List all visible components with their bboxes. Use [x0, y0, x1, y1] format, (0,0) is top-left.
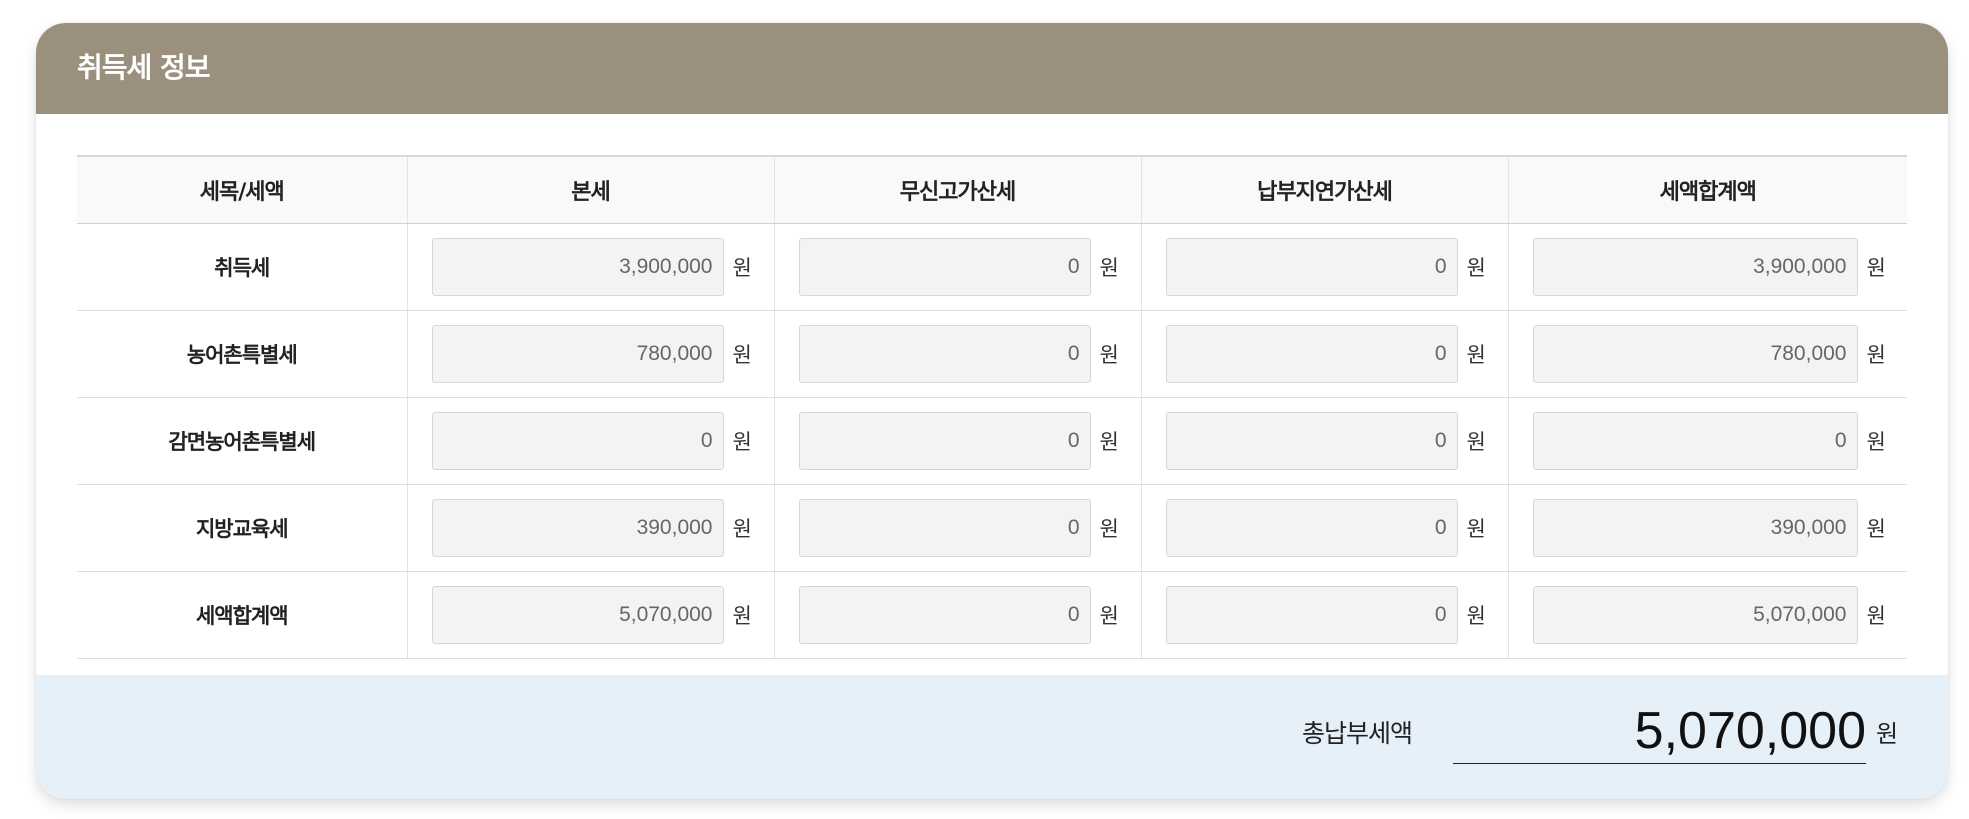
table-header-row: 세목/세액 본세 무신고가산세 납부지연가산세 세액합계액	[77, 155, 1907, 224]
late-payment-penalty-field[interactable]: 0	[1165, 238, 1458, 296]
table-row: 감면농어촌특별세 0원 0원 0원 0원	[77, 397, 1907, 485]
unit-label: 원	[1866, 604, 1886, 628]
total-payment-unit: 원	[1876, 720, 1899, 748]
non-filing-penalty-field[interactable]: 0	[798, 586, 1091, 644]
principal-tax-field[interactable]: 0	[431, 412, 724, 470]
total-payment-amount[interactable]: 5,070,000	[1453, 699, 1866, 764]
unit-label: 원	[732, 430, 752, 454]
table-row: 지방교육세 390,000 원 0원 0원 390,000 원	[77, 484, 1907, 572]
principal-tax-field[interactable]: 780,000	[431, 325, 724, 383]
row-label: 세액합계액	[77, 571, 407, 659]
unit-label: 원	[1866, 343, 1886, 367]
table-row: 취득세 3,900,000 원 0원 0원 3,900,000 원	[77, 223, 1907, 311]
non-filing-penalty-field[interactable]: 0	[798, 325, 1091, 383]
unit-label: 원	[1866, 430, 1886, 454]
unit-label: 원	[732, 256, 752, 280]
table-row: 농어촌특별세 780,000 원 0원 0원 780,000 원	[77, 310, 1907, 398]
acquisition-tax-card: 취득세 정보 세목/세액 본세 무신고가산세 납부지연가산세 세액합계액 취득세…	[36, 23, 1948, 799]
principal-tax-field[interactable]: 3,900,000	[431, 238, 724, 296]
table-row: 세액합계액 5,070,000 원 0원 0원 5,070,000 원	[77, 571, 1907, 659]
unit-label: 원	[1099, 604, 1119, 628]
card-title: 취득세 정보	[77, 51, 211, 84]
unit-label: 원	[1466, 430, 1486, 454]
late-payment-penalty-field[interactable]: 0	[1165, 499, 1458, 557]
tax-total-field[interactable]: 5,070,000	[1532, 586, 1858, 644]
unit-label: 원	[1099, 343, 1119, 367]
late-payment-penalty-field[interactable]: 0	[1165, 325, 1458, 383]
unit-label: 원	[1099, 430, 1119, 454]
unit-label: 원	[1466, 256, 1486, 280]
column-header-late-payment-penalty: 납부지연가산세	[1140, 155, 1508, 224]
unit-label: 원	[732, 604, 752, 628]
column-header-tax-item: 세목/세액	[77, 155, 407, 224]
unit-label: 원	[1866, 256, 1886, 280]
row-label: 지방교육세	[77, 484, 407, 572]
non-filing-penalty-field[interactable]: 0	[798, 412, 1091, 470]
unit-label: 원	[1866, 517, 1886, 541]
unit-label: 원	[1099, 517, 1119, 541]
column-header-non-filing-penalty: 무신고가산세	[773, 155, 1141, 224]
unit-label: 원	[732, 343, 752, 367]
late-payment-penalty-field[interactable]: 0	[1165, 586, 1458, 644]
late-payment-penalty-field[interactable]: 0	[1165, 412, 1458, 470]
tax-total-field[interactable]: 3,900,000	[1532, 238, 1858, 296]
column-header-principal-tax: 본세	[406, 155, 774, 224]
unit-label: 원	[1466, 517, 1486, 541]
unit-label: 원	[1466, 343, 1486, 367]
row-label: 취득세	[77, 223, 407, 311]
non-filing-penalty-field[interactable]: 0	[798, 238, 1091, 296]
column-header-tax-total: 세액합계액	[1507, 155, 1907, 224]
tax-table: 세목/세액 본세 무신고가산세 납부지연가산세 세액합계액 취득세 3,900,…	[77, 155, 1907, 659]
non-filing-penalty-field[interactable]: 0	[798, 499, 1091, 557]
total-payment-bar: 총납부세액 5,070,000 원	[36, 675, 1948, 799]
principal-tax-field[interactable]: 5,070,000	[431, 586, 724, 644]
tax-total-field[interactable]: 390,000	[1532, 499, 1858, 557]
unit-label: 원	[1466, 604, 1486, 628]
card-header: 취득세 정보	[36, 23, 1948, 114]
row-label: 감면농어촌특별세	[77, 397, 407, 485]
principal-tax-field[interactable]: 390,000	[431, 499, 724, 557]
row-label: 농어촌특별세	[77, 310, 407, 398]
tax-total-field[interactable]: 780,000	[1532, 325, 1858, 383]
unit-label: 원	[1099, 256, 1119, 280]
tax-total-field[interactable]: 0	[1532, 412, 1858, 470]
unit-label: 원	[732, 517, 752, 541]
total-payment-label: 총납부세액	[1302, 719, 1413, 748]
